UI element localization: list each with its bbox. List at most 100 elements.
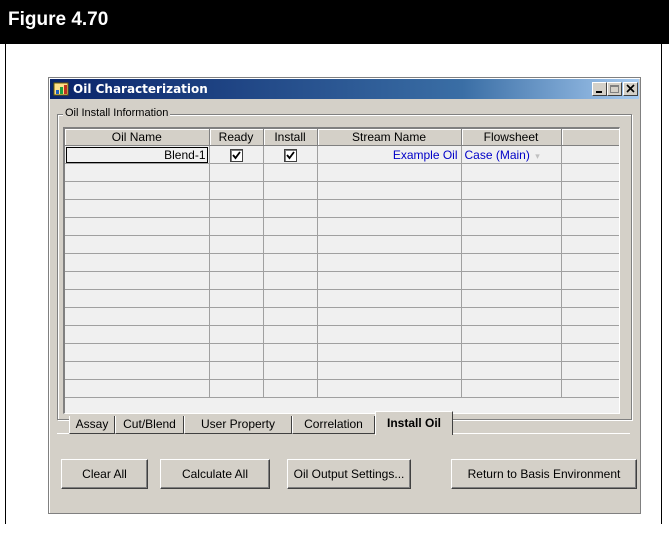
empty-cell[interactable] (209, 253, 264, 272)
empty-cell[interactable] (561, 199, 619, 218)
empty-cell[interactable] (209, 289, 264, 308)
table-row-empty[interactable] (65, 181, 619, 200)
empty-cell[interactable] (263, 253, 318, 272)
cell-flowsheet[interactable]: Case (Main) ▾ (461, 145, 562, 164)
header-ready[interactable]: Ready (209, 129, 264, 146)
empty-cell[interactable] (317, 253, 462, 272)
empty-cell[interactable] (65, 361, 210, 380)
header-install[interactable]: Install (263, 129, 318, 146)
empty-cell[interactable] (65, 199, 210, 218)
header-stream-name[interactable]: Stream Name (317, 129, 462, 146)
empty-cell[interactable] (65, 271, 210, 290)
empty-cell[interactable] (65, 325, 210, 344)
table-row-empty[interactable] (65, 163, 619, 182)
empty-cell[interactable] (263, 379, 318, 398)
tab-cut-blend[interactable]: Cut/Blend (115, 416, 184, 434)
empty-cell[interactable] (317, 163, 462, 182)
empty-cell[interactable] (65, 235, 210, 254)
dropdown-arrow-icon[interactable]: ▾ (535, 151, 540, 161)
empty-cell[interactable] (317, 325, 462, 344)
oil-output-settings-button[interactable]: Oil Output Settings... (287, 459, 411, 489)
empty-cell[interactable] (263, 307, 318, 326)
header-flowsheet[interactable]: Flowsheet (461, 129, 562, 146)
tab-correlation[interactable]: Correlation (292, 416, 375, 434)
table-row-empty[interactable] (65, 307, 619, 326)
empty-cell[interactable] (263, 199, 318, 218)
table-row-empty[interactable] (65, 235, 619, 254)
empty-cell[interactable] (561, 181, 619, 200)
empty-cell[interactable] (561, 343, 619, 362)
empty-cell[interactable] (65, 217, 210, 236)
close-button[interactable] (623, 82, 638, 96)
table-row-empty[interactable] (65, 289, 619, 308)
empty-cell[interactable] (209, 199, 264, 218)
empty-cell[interactable] (461, 343, 562, 362)
minimize-button[interactable] (592, 82, 607, 96)
empty-cell[interactable] (461, 253, 562, 272)
empty-cell[interactable] (561, 271, 619, 290)
empty-cell[interactable] (317, 379, 462, 398)
empty-cell[interactable] (461, 199, 562, 218)
empty-cell[interactable] (461, 325, 562, 344)
empty-cell[interactable] (263, 235, 318, 254)
empty-cell[interactable] (461, 181, 562, 200)
cell-stream-name[interactable]: Example Oil (317, 145, 462, 164)
empty-cell[interactable] (209, 379, 264, 398)
empty-cell[interactable] (209, 307, 264, 326)
install-checkbox[interactable] (283, 148, 297, 162)
empty-cell[interactable] (263, 361, 318, 380)
empty-cell[interactable] (461, 163, 562, 182)
return-to-basis-button[interactable]: Return to Basis Environment (451, 459, 637, 489)
empty-cell[interactable] (461, 235, 562, 254)
cell-install[interactable] (263, 145, 318, 164)
empty-cell[interactable] (317, 181, 462, 200)
window-titlebar[interactable]: Oil Characterization (50, 79, 639, 99)
empty-cell[interactable] (209, 271, 264, 290)
table-row-empty[interactable] (65, 325, 619, 344)
empty-cell[interactable] (209, 343, 264, 362)
empty-cell[interactable] (65, 163, 210, 182)
empty-cell[interactable] (209, 361, 264, 380)
empty-cell[interactable] (317, 343, 462, 362)
empty-cell[interactable] (209, 325, 264, 344)
empty-cell[interactable] (561, 325, 619, 344)
clear-all-button[interactable]: Clear All (61, 459, 148, 489)
table-row-empty[interactable] (65, 271, 619, 290)
cell-ready[interactable] (209, 145, 264, 164)
tab-install-oil[interactable]: Install Oil (375, 411, 453, 435)
empty-cell[interactable] (65, 253, 210, 272)
empty-cell[interactable] (561, 217, 619, 236)
empty-cell[interactable] (65, 379, 210, 398)
empty-cell[interactable] (461, 271, 562, 290)
table-row-empty[interactable] (65, 343, 619, 362)
empty-cell[interactable] (263, 289, 318, 308)
empty-cell[interactable] (317, 235, 462, 254)
empty-cell[interactable] (209, 163, 264, 182)
empty-cell[interactable] (461, 307, 562, 326)
empty-cell[interactable] (317, 307, 462, 326)
empty-cell[interactable] (317, 361, 462, 380)
empty-cell[interactable] (209, 181, 264, 200)
empty-cell[interactable] (561, 379, 619, 398)
empty-cell[interactable] (561, 361, 619, 380)
restore-button[interactable] (607, 82, 622, 96)
empty-cell[interactable] (461, 289, 562, 308)
table-row-empty[interactable] (65, 199, 619, 218)
tab-user-property[interactable]: User Property (184, 416, 292, 434)
table-row-empty[interactable] (65, 217, 619, 236)
empty-cell[interactable] (461, 217, 562, 236)
calculate-all-button[interactable]: Calculate All (160, 459, 270, 489)
empty-cell[interactable] (263, 163, 318, 182)
empty-cell[interactable] (461, 379, 562, 398)
cell-oil-name[interactable]: Blend-1 (65, 145, 210, 164)
table-row-empty[interactable] (65, 253, 619, 272)
empty-cell[interactable] (561, 235, 619, 254)
empty-cell[interactable] (65, 289, 210, 308)
empty-cell[interactable] (65, 307, 210, 326)
empty-cell[interactable] (209, 235, 264, 254)
empty-cell[interactable] (263, 325, 318, 344)
empty-cell[interactable] (65, 343, 210, 362)
empty-cell[interactable] (263, 271, 318, 290)
empty-cell[interactable] (263, 217, 318, 236)
empty-cell[interactable] (65, 181, 210, 200)
